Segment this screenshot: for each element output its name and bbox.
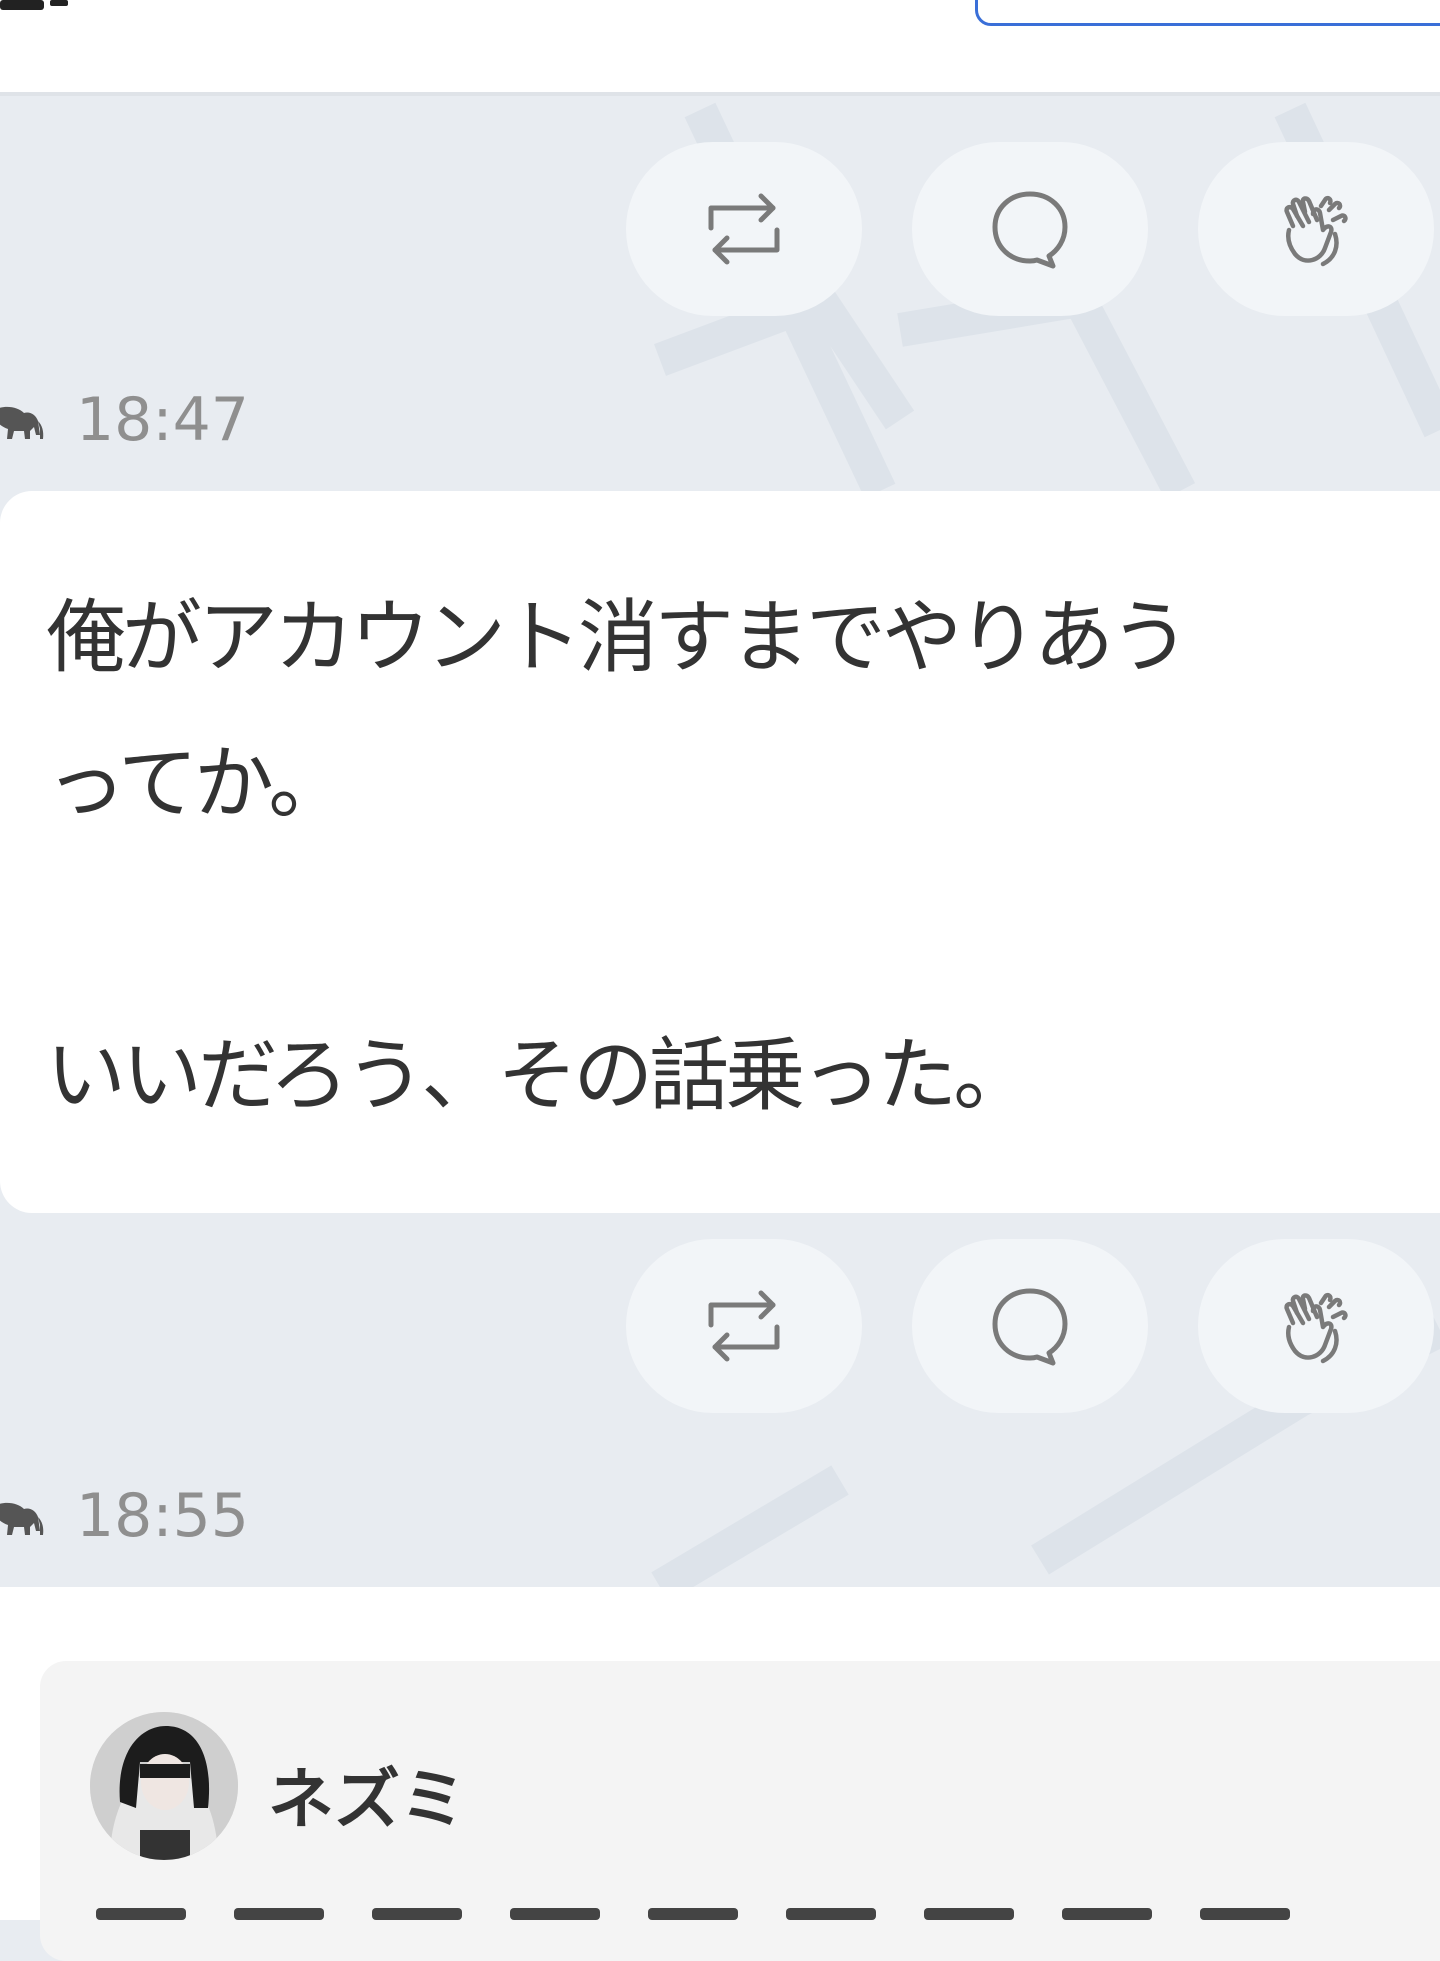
post-text-line: ってか。 xyxy=(46,737,348,830)
speech-bubble-icon xyxy=(992,1288,1068,1366)
quoted-text-cut-off xyxy=(96,1890,1356,1920)
timestamp-row: 18:55 xyxy=(0,1481,249,1551)
avatar[interactable] xyxy=(90,1712,238,1860)
repost-button[interactable] xyxy=(626,142,862,316)
elephant-icon xyxy=(0,406,44,439)
elephant-icon xyxy=(0,1502,44,1535)
timestamp: 18:47 xyxy=(76,385,249,455)
repost-icon xyxy=(708,1290,780,1362)
post-text-line: 俺がアカウント消すまでやりあう xyxy=(46,591,1190,684)
search-input[interactable] xyxy=(975,0,1440,26)
reply-button[interactable] xyxy=(912,142,1148,316)
quoted-author-name: ネズミ xyxy=(268,1761,466,1838)
speech-bubble-icon xyxy=(992,191,1068,269)
repost-icon xyxy=(708,193,780,265)
clap-button[interactable] xyxy=(1198,1239,1434,1413)
repost-button[interactable] xyxy=(626,1239,862,1413)
post-card[interactable]: 俺がアカウント消すまでやりあう ってか。 いいだろう、その話乗った。 xyxy=(0,491,1440,1213)
post-text-line: いいだろう、その話乗った。 xyxy=(46,1029,1033,1122)
app-logo xyxy=(0,0,68,10)
timestamp: 18:55 xyxy=(76,1481,249,1551)
timestamp-row: 18:47 xyxy=(0,385,249,455)
clap-button[interactable] xyxy=(1198,142,1434,316)
reply-button[interactable] xyxy=(912,1239,1148,1413)
clapping-hands-icon xyxy=(1284,1292,1348,1364)
clapping-hands-icon xyxy=(1284,195,1348,267)
top-bar xyxy=(0,0,1440,96)
profile-photo xyxy=(90,1712,238,1860)
